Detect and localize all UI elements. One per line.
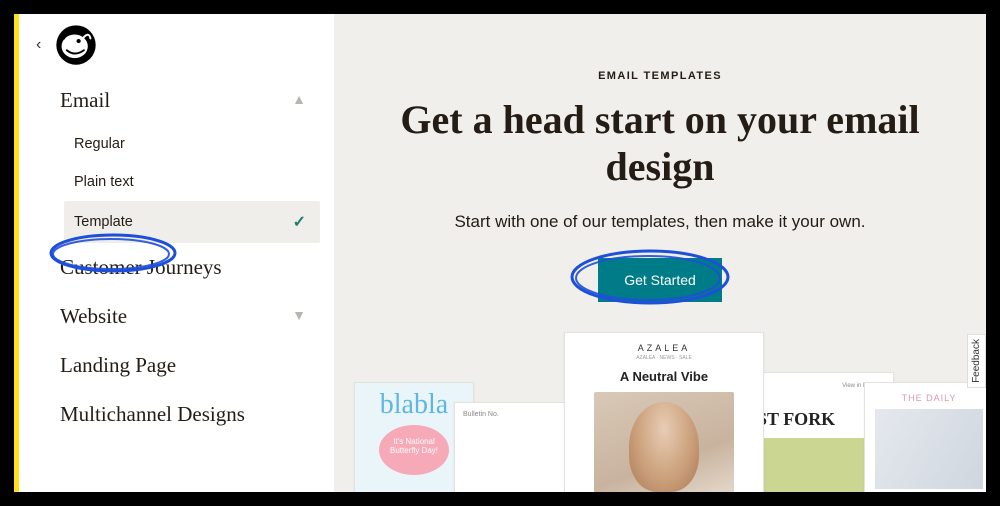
sub-label: Regular — [74, 136, 125, 152]
chevron-up-icon: ▲ — [292, 93, 306, 109]
check-icon: ✓ — [293, 212, 306, 232]
page-subhead: Start with one of our templates, then ma… — [334, 212, 986, 232]
card-tag: AZALEA · NEWS · SALE — [565, 355, 763, 361]
back-caret-icon[interactable]: ‹ — [36, 36, 41, 54]
outer-frame: ‹ Email ▲ — [0, 0, 1000, 506]
sub-item-regular[interactable]: Regular — [64, 125, 320, 163]
card-brand: THE DAILY — [875, 393, 983, 403]
eyebrow-label: EMAIL TEMPLATES — [334, 70, 986, 82]
nav-item-landing-page[interactable]: Landing Page — [46, 341, 320, 390]
nav-label: Website — [60, 304, 127, 329]
sub-label: Plain text — [74, 174, 134, 190]
sub-item-plaintext[interactable]: Plain text — [64, 163, 320, 201]
main-content: EMAIL TEMPLATES Get a head start on your… — [334, 14, 986, 492]
sidebar-nav: Email ▲ Regular Plain text Template ✓ — [14, 76, 334, 439]
logo-row: ‹ — [14, 24, 334, 76]
card-title: A Neutral Vibe — [565, 369, 763, 384]
nav-item-multichannel[interactable]: Multichannel Designs — [46, 390, 320, 439]
email-subnav: Regular Plain text Template ✓ — [46, 125, 320, 243]
nav-label: Landing Page — [60, 353, 176, 378]
page-headline: Get a head start on your email design — [374, 96, 946, 190]
sidebar: ‹ Email ▲ — [14, 14, 334, 492]
get-started-button[interactable]: Get Started — [598, 258, 722, 302]
nav-item-email[interactable]: Email ▲ — [46, 76, 320, 125]
nav-label: Customer Journeys — [60, 255, 222, 280]
card-image — [594, 392, 734, 492]
sub-item-template[interactable]: Template ✓ — [64, 201, 320, 243]
template-card-azalea[interactable]: AZALEA AZALEA · NEWS · SALE A Neutral Vi… — [564, 332, 764, 492]
nav-label: Multichannel Designs — [60, 402, 245, 427]
nav-item-customer-journeys[interactable]: Customer Journeys — [46, 243, 320, 292]
cta-wrap: Get Started — [580, 258, 740, 302]
feedback-tab[interactable]: Feedback — [967, 334, 986, 388]
card-image — [875, 409, 983, 489]
template-cards-row: blabla It's National Butterfly Day! Bull… — [334, 332, 986, 492]
card-tiny: Bulletin No. — [463, 411, 575, 418]
app-window: ‹ Email ▲ — [14, 14, 986, 492]
card-bubble: It's National Butterfly Day! — [379, 425, 449, 475]
template-card-daily[interactable]: THE DAILY — [864, 382, 986, 492]
sub-label: Template — [74, 214, 133, 230]
chevron-down-icon: ▼ — [292, 309, 306, 325]
nav-label: Email — [60, 88, 110, 113]
card-brand: AZALEA — [565, 343, 763, 353]
mailchimp-logo-icon[interactable] — [55, 24, 97, 66]
nav-item-website[interactable]: Website ▼ — [46, 292, 320, 341]
